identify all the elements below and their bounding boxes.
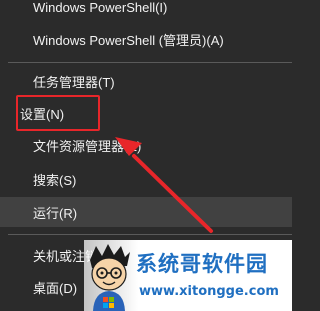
menu-item-file-explorer[interactable]: 文件资源管理器(E) [0, 130, 292, 160]
menu-item-search[interactable]: 搜索(S) [0, 164, 292, 194]
settings-highlight-box [16, 95, 100, 131]
menu-item-powershell[interactable]: Windows PowerShell(I) [0, 0, 292, 22]
menu-item-label: 搜索(S) [33, 172, 77, 188]
menu-separator [8, 62, 292, 63]
menu-item-task-manager[interactable]: 任务管理器(T) [0, 66, 292, 96]
menu-item-label: 桌面(D) [33, 280, 78, 296]
menu-item-powershell-admin[interactable]: Windows PowerShell (管理员)(A) [0, 24, 292, 54]
menu-item-label: Windows PowerShell (管理员)(A) [33, 32, 224, 48]
watermark-url: www.xitongge.com [139, 284, 279, 299]
menu-separator [8, 234, 292, 235]
menu-item-label: 运行(R) [33, 205, 78, 221]
mascot-logo [90, 244, 130, 311]
menu-item-label: 文件资源管理器(E) [33, 138, 142, 154]
watermark-title: 系统哥软件园 [136, 252, 268, 276]
menu-item-label: 任务管理器(T) [33, 74, 115, 90]
menu-item-label: Windows PowerShell(I) [33, 0, 168, 15]
menu-item-run[interactable]: 运行(R) [0, 197, 292, 227]
